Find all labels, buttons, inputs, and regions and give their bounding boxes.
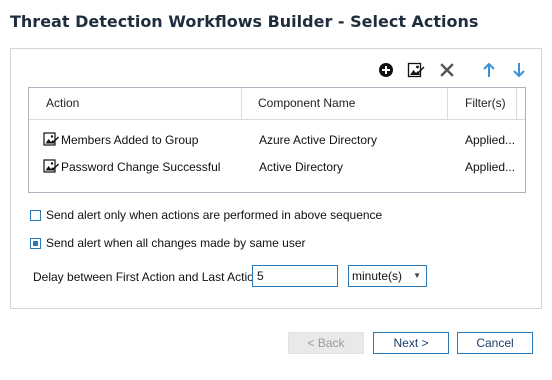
action-image-icon <box>43 159 59 173</box>
sequence-checkbox-label[interactable]: Send alert only when actions are perform… <box>46 208 382 222</box>
move-up-button[interactable] <box>480 61 498 79</box>
grid-header: Action Component Name Filter(s) <box>29 88 525 120</box>
cancel-button[interactable]: Cancel <box>457 332 533 354</box>
page-title: Threat Detection Workflows Builder - Sel… <box>10 12 479 31</box>
arrow-up-icon <box>483 62 495 77</box>
same-user-option[interactable]: Send alert when all changes made by same… <box>30 235 305 251</box>
column-header-action[interactable]: Action <box>46 88 79 119</box>
delay-label: Delay between First Action and Last Acti… <box>33 270 268 284</box>
cell-filters[interactable]: Applied... <box>465 155 517 179</box>
cell-action: Members Added to Group <box>61 133 199 147</box>
cell-component: Azure Active Directory <box>259 133 378 147</box>
action-image-icon <box>43 132 59 146</box>
back-button[interactable]: < Back <box>288 332 364 354</box>
column-divider[interactable] <box>516 88 517 119</box>
same-user-checkbox[interactable] <box>30 237 41 249</box>
sequence-checkbox[interactable] <box>30 209 41 221</box>
delete-action-button[interactable] <box>438 61 456 79</box>
column-header-filters[interactable]: Filter(s) <box>465 88 506 119</box>
delay-unit-value: minute(s) <box>352 269 403 283</box>
edit-image-icon <box>407 62 425 78</box>
move-down-button[interactable] <box>510 61 528 79</box>
sequence-option[interactable]: Send alert only when actions are perform… <box>30 207 382 223</box>
table-row[interactable]: Password Change Successful Active Direct… <box>29 155 525 179</box>
add-action-button[interactable] <box>377 61 395 79</box>
column-header-component[interactable]: Component Name <box>258 88 355 119</box>
plus-circle-icon <box>379 63 393 77</box>
column-divider[interactable] <box>447 88 448 119</box>
actions-grid: Action Component Name Filter(s) Members … <box>28 87 526 193</box>
chevron-down-icon: ▼ <box>413 271 421 280</box>
next-button[interactable]: Next > <box>373 332 449 354</box>
column-divider[interactable] <box>241 88 242 119</box>
same-user-checkbox-label[interactable]: Send alert when all changes made by same… <box>46 236 305 250</box>
cell-action: Password Change Successful <box>61 160 221 174</box>
cell-filters[interactable]: Applied... <box>465 128 517 152</box>
cell-component: Active Directory <box>259 160 344 174</box>
table-row[interactable]: Members Added to Group Azure Active Dire… <box>29 128 525 152</box>
arrow-down-icon <box>513 63 525 78</box>
delay-value-input[interactable] <box>252 265 338 287</box>
close-icon <box>440 63 454 77</box>
delay-unit-select[interactable]: minute(s) ▼ <box>348 265 427 287</box>
edit-action-button[interactable] <box>407 61 425 79</box>
